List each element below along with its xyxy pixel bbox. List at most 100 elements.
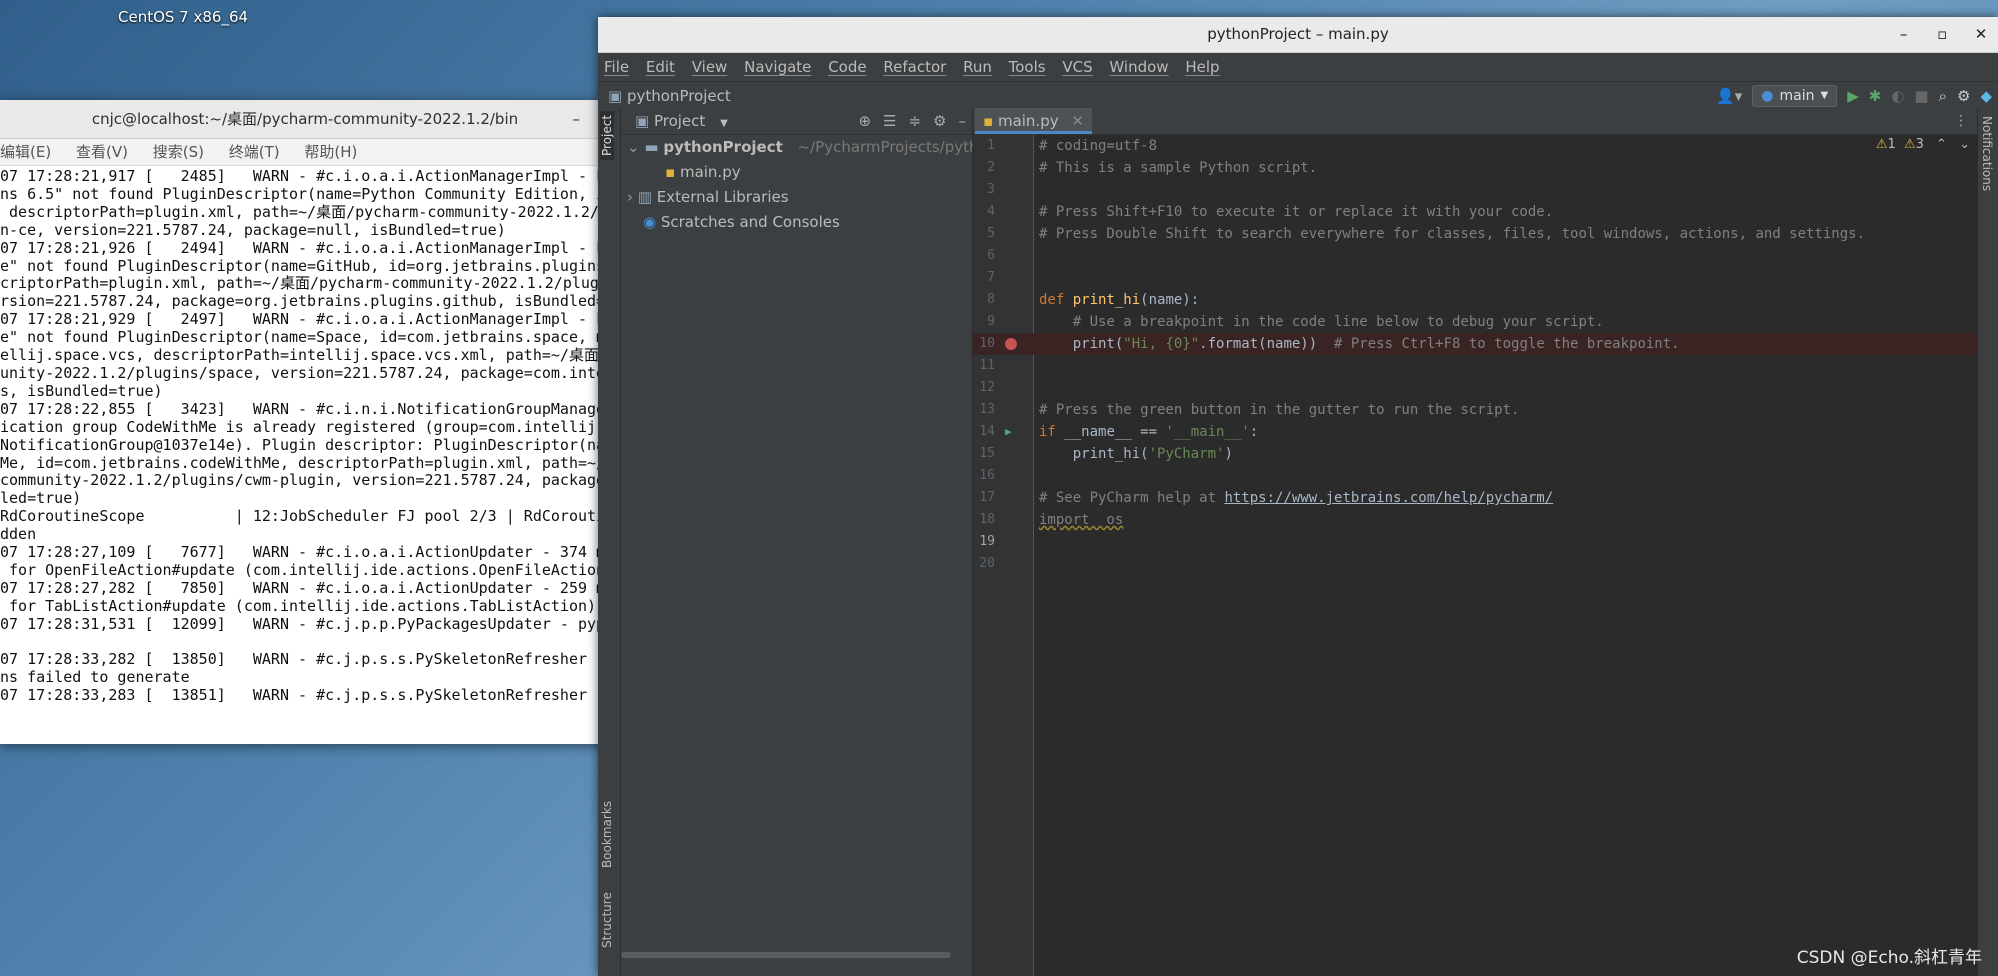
run-config-selector[interactable]: ● main ▼: [1752, 85, 1838, 107]
code-line[interactable]: [1033, 179, 1978, 201]
breakpoint-icon[interactable]: [1005, 338, 1017, 350]
tool-tab-project[interactable]: Project: [600, 110, 614, 160]
editor-tab-main-py[interactable]: ▪ main.py ✕: [975, 108, 1092, 134]
more-icon[interactable]: ⋮: [1954, 108, 1968, 134]
line-number[interactable]: 14 ▶: [973, 421, 1033, 443]
menu-tools[interactable]: Tools: [1009, 58, 1046, 76]
terminal-minimize-button[interactable]: –: [573, 100, 581, 138]
debug-icon[interactable]: ✱: [1869, 82, 1882, 110]
terminal-menu-view[interactable]: 查看(V): [76, 143, 128, 161]
stop-icon[interactable]: ■: [1914, 82, 1928, 110]
maximize-button[interactable]: ▫: [1925, 17, 1959, 52]
menu-run[interactable]: Run: [963, 58, 992, 76]
search-icon[interactable]: ⌕: [1939, 82, 1947, 110]
close-tab-icon[interactable]: ✕: [1071, 112, 1084, 130]
tool-tab-notifications[interactable]: Notifications: [1980, 116, 1994, 191]
line-number[interactable]: 10: [973, 333, 1033, 355]
breadcrumb-project[interactable]: pythonProject: [627, 87, 731, 105]
tree-item-scratches[interactable]: ◉ Scratches and Consoles: [621, 210, 972, 235]
terminal-menu-edit[interactable]: 编辑(E): [0, 143, 51, 161]
project-panel-scrollbar[interactable]: [621, 952, 951, 958]
line-number[interactable]: 15: [973, 443, 1033, 465]
editor-gutter[interactable]: 1 2 3 4 5 6 7 8 9 10 11 12 13 14 ▶ 15 16 17 18 19 20: [973, 135, 1034, 976]
code-line[interactable]: # Press the green button in the gutter t…: [1033, 399, 1978, 421]
line-number[interactable]: 8: [973, 289, 1033, 311]
menu-edit[interactable]: Edit: [646, 58, 675, 76]
line-number[interactable]: 9: [973, 311, 1033, 333]
desktop-icon-label[interactable]: CentOS 7 x86_64: [118, 8, 248, 26]
code-line[interactable]: # Press Double Shift to search everywher…: [1033, 223, 1978, 245]
locate-icon[interactable]: ⊕: [858, 108, 871, 134]
line-number[interactable]: 6: [973, 245, 1033, 267]
code-line[interactable]: import os: [1033, 509, 1978, 531]
menu-file[interactable]: File: [604, 58, 629, 76]
code-area[interactable]: ⚠1 ⚠3 ⌃ ⌄ # coding=utf-8 # This is a samp…: [1033, 135, 1978, 976]
expand-all-icon[interactable]: ☰: [883, 108, 896, 134]
vcs-user-icon[interactable]: 👤▾: [1716, 82, 1742, 110]
settings-icon[interactable]: ⚙: [1957, 82, 1970, 110]
line-number[interactable]: 11: [973, 355, 1033, 377]
line-number[interactable]: 20: [973, 553, 1033, 575]
tool-tab-bookmarks[interactable]: Bookmarks: [600, 801, 614, 868]
toolbox-icon[interactable]: ◆: [1980, 82, 1992, 110]
run-gutter-icon[interactable]: ▶: [1005, 421, 1012, 443]
line-number[interactable]: 17: [973, 487, 1033, 509]
line-number[interactable]: 5: [973, 223, 1033, 245]
code-line[interactable]: # Use a breakpoint in the code line belo…: [1033, 311, 1978, 333]
code-line[interactable]: if __name__ == '__main__':: [1033, 421, 1978, 443]
tool-tab-structure[interactable]: Structure: [600, 892, 614, 948]
code-line[interactable]: print_hi('PyCharm'): [1033, 443, 1978, 465]
code-line[interactable]: # coding=utf-8: [1033, 135, 1978, 157]
code-text: # Press Double Shift to search everywher…: [1039, 226, 1866, 242]
terminal-menu-help[interactable]: 帮助(H): [304, 143, 357, 161]
line-number[interactable]: 4: [973, 201, 1033, 223]
tree-item-project-root[interactable]: ⌄ ▬ pythonProject ~/PycharmProjects/pyth…: [621, 135, 1034, 160]
code-line[interactable]: # Press Shift+F10 to execute it or repla…: [1033, 201, 1978, 223]
code-line[interactable]: [1033, 355, 1978, 377]
menu-code[interactable]: Code: [828, 58, 866, 76]
terminal-menu-search[interactable]: 搜索(S): [153, 143, 204, 161]
minimize-button[interactable]: –: [1886, 17, 1920, 52]
code-line[interactable]: [1033, 553, 1978, 575]
code-line[interactable]: # See PyCharm help at https://www.jetbra…: [1033, 487, 1978, 509]
menu-help[interactable]: Help: [1185, 58, 1219, 76]
window-controls: – ▫ ✕: [1886, 17, 1998, 52]
code-line[interactable]: def print_hi(name):: [1033, 289, 1978, 311]
terminal-output[interactable]: 07 17:28:21,917 [ 2485] WARN - #c.i.o.a.…: [0, 166, 610, 744]
menu-window[interactable]: Window: [1109, 58, 1168, 76]
code-line[interactable]: [1033, 377, 1978, 399]
project-view-selector[interactable]: ▣ Project ▼: [635, 108, 728, 137]
tree-item-external-libraries[interactable]: › ▥ External Libraries: [621, 185, 972, 210]
gear-icon[interactable]: ⚙: [933, 108, 946, 134]
line-number[interactable]: 12: [973, 377, 1033, 399]
chevron-right-icon[interactable]: ›: [627, 188, 633, 206]
line-number[interactable]: 7: [973, 267, 1033, 289]
menu-vcs[interactable]: VCS: [1062, 58, 1092, 76]
menu-refactor[interactable]: Refactor: [883, 58, 946, 76]
menu-view[interactable]: View: [692, 58, 728, 76]
run-icon[interactable]: ▶: [1847, 82, 1859, 110]
line-number[interactable]: 13: [973, 399, 1033, 421]
code-line[interactable]: [1033, 465, 1978, 487]
expand-arrow-icon[interactable]: ⌄: [627, 138, 640, 156]
line-number[interactable]: 16: [973, 465, 1033, 487]
menu-navigate[interactable]: Navigate: [744, 58, 811, 76]
code-line[interactable]: [1033, 267, 1978, 289]
line-number[interactable]: 2: [973, 157, 1033, 179]
close-button[interactable]: ✕: [1964, 17, 1998, 52]
terminal-line: ication group CodeWithMe is already regi…: [0, 417, 606, 436]
line-number[interactable]: 18: [973, 509, 1033, 531]
code-line[interactable]: # This is a sample Python script.: [1033, 157, 1978, 179]
code-line[interactable]: [1033, 245, 1978, 267]
code-line[interactable]: [1033, 531, 1978, 553]
line-number[interactable]: 1: [973, 135, 1033, 157]
collapse-all-icon[interactable]: ≑: [908, 108, 921, 134]
breadcrumb[interactable]: ▣ pythonProject: [608, 82, 731, 110]
terminal-menu-terminal[interactable]: 终端(T): [229, 143, 280, 161]
coverage-icon[interactable]: ◐: [1891, 82, 1904, 110]
line-number[interactable]: 3: [973, 179, 1033, 201]
code-line[interactable]: print("Hi, {0}".format(name)) # Press Ct…: [1033, 333, 1978, 355]
hide-icon[interactable]: –: [959, 108, 967, 134]
line-number[interactable]: 19: [973, 531, 1033, 553]
tree-item-main-py[interactable]: ▪ main.py: [621, 160, 972, 185]
